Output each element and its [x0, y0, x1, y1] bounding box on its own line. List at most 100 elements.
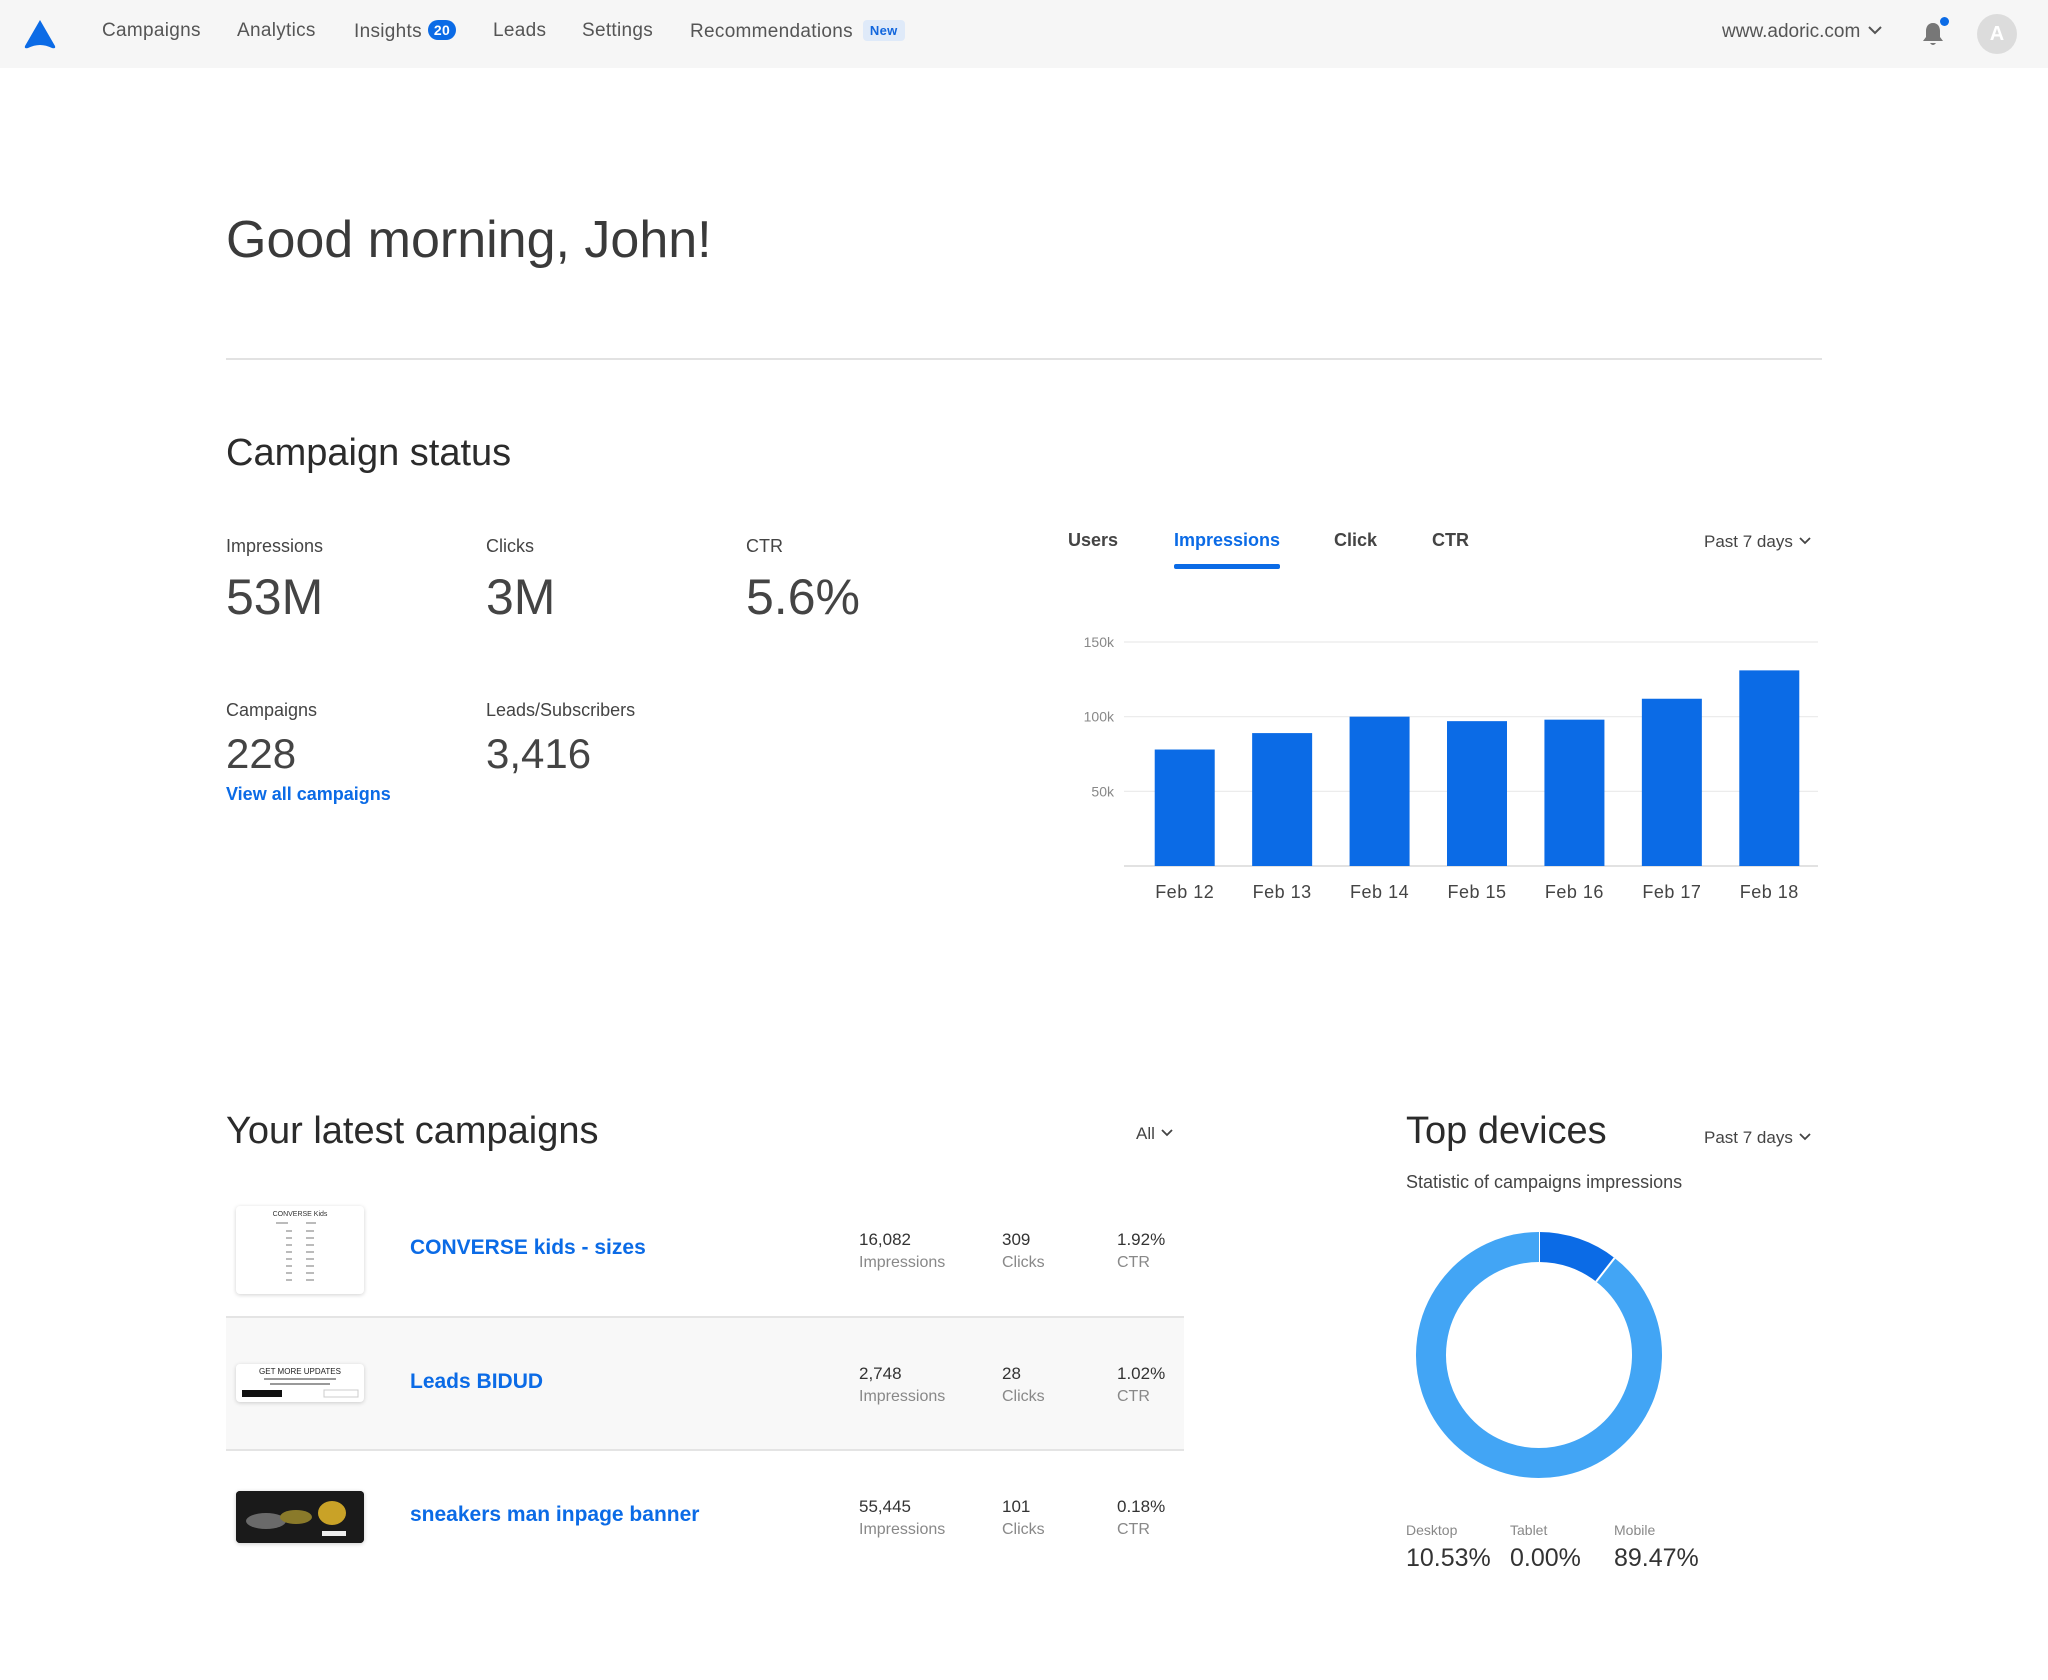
- nav-leads[interactable]: Leads: [493, 20, 546, 42]
- top-nav: Campaigns Analytics Insights 20 Leads Set…: [0, 0, 2048, 68]
- list-item[interactable]: sneakers man inpage banner 55,445 Impres…: [226, 1451, 1184, 1584]
- ctr-label: CTR: [746, 536, 783, 556]
- tab-click[interactable]: Click: [1334, 530, 1377, 551]
- leads-value: 3,416: [486, 730, 592, 777]
- x-tick-label: Feb 12: [1155, 882, 1214, 902]
- chevron-down-icon: [1799, 537, 1811, 545]
- latest-campaigns-title: Your latest campaigns: [226, 1110, 599, 1152]
- clicks-label: Clicks: [1002, 1521, 1045, 1538]
- ctr-label: CTR: [1117, 1388, 1150, 1405]
- nav-analytics[interactable]: Analytics: [237, 20, 316, 42]
- impressions-bar-chart: 50k 100k 150k Feb 12 Feb 13 Feb 14 Feb 15 Feb 1…: [1084, 634, 1818, 902]
- mobile-label: Mobile: [1614, 1522, 1656, 1538]
- tab-ctr[interactable]: CTR: [1432, 530, 1469, 551]
- devices-range-label: Past 7 days: [1704, 1128, 1793, 1147]
- chart-bar[interactable]: [1739, 670, 1800, 866]
- chart-bar[interactable]: [1447, 721, 1507, 866]
- chart-bar[interactable]: [1154, 749, 1215, 866]
- top-devices-title: Top devices: [1406, 1110, 1607, 1152]
- clicks-label: Clicks: [1002, 1388, 1045, 1405]
- ctr-label: CTR: [1117, 1254, 1150, 1271]
- chevron-down-icon: [1799, 1133, 1811, 1141]
- campaign-name-link[interactable]: Leads BIDUD: [410, 1370, 543, 1394]
- list-item[interactable]: CONVERSE Kids CONVERSE kids - sizes 16,0…: [226, 1184, 1184, 1317]
- impressions-value: 16,082: [859, 1230, 911, 1249]
- site-selector-label: www.adoric.com: [1722, 21, 1861, 42]
- campaigns-value: 228: [226, 730, 297, 777]
- campaign-name-link[interactable]: CONVERSE kids - sizes: [410, 1236, 646, 1260]
- x-tick-label: Feb 16: [1545, 882, 1604, 902]
- donut-slice-desktop[interactable]: [1538, 1232, 1615, 1282]
- x-tick-label: Feb 18: [1740, 882, 1799, 902]
- active-tab-indicator: [1174, 564, 1280, 569]
- clicks-value: 3M: [486, 569, 556, 625]
- view-all-campaigns-link[interactable]: View all campaigns: [226, 784, 391, 805]
- leads-label: Leads/Subscribers: [486, 700, 636, 720]
- campaign-filter-dropdown[interactable]: All: [1136, 1124, 1173, 1144]
- campaign-filter-label: All: [1136, 1124, 1155, 1143]
- signup-form-graphic: [242, 1378, 359, 1398]
- ctr-value: 1.02%: [1117, 1364, 1166, 1383]
- site-selector[interactable]: www.adoric.com: [1722, 21, 1883, 43]
- chart-bar[interactable]: [1349, 716, 1410, 866]
- tablet-value: 0.00%: [1510, 1544, 1581, 1572]
- impressions-label: Impressions: [859, 1254, 946, 1271]
- clicks-label: Clicks: [486, 536, 534, 556]
- devices-donut-chart: [1416, 1232, 1662, 1478]
- ctr-label: CTR: [1117, 1521, 1150, 1538]
- campaigns-label: Campaigns: [226, 700, 318, 720]
- nav-recommendations-label: Recommendations: [690, 21, 853, 42]
- clicks-label: Clicks: [1002, 1254, 1045, 1271]
- chart-bar[interactable]: [1252, 733, 1313, 866]
- chevron-down-icon: [1161, 1129, 1173, 1137]
- chart-bar[interactable]: [1641, 698, 1702, 866]
- impressions-label: Impressions: [859, 1388, 946, 1405]
- campaign-thumbnail: GET MORE UPDATES: [236, 1364, 364, 1402]
- x-tick-label: Feb 14: [1350, 882, 1409, 902]
- devices-range-dropdown[interactable]: Past 7 days: [1704, 1128, 1811, 1148]
- mobile-value: 89.47%: [1614, 1544, 1699, 1572]
- nav-insights[interactable]: Insights 20: [354, 20, 457, 43]
- donut-slice-mobile[interactable]: [1416, 1232, 1662, 1478]
- y-tick-label: 100k: [1084, 709, 1115, 725]
- campaign-thumbnail: CONVERSE Kids: [236, 1206, 364, 1294]
- size-table-graphic: [276, 1222, 316, 1281]
- impressions-label: Impressions: [226, 536, 324, 556]
- tablet-label: Tablet: [1510, 1522, 1548, 1538]
- greeting-title: Good morning, John!: [226, 211, 712, 269]
- sneaker-banner-graphic: [236, 1491, 364, 1543]
- clicks-value: 309: [1002, 1230, 1031, 1249]
- tab-users[interactable]: Users: [1068, 530, 1118, 551]
- ctr-value: 1.92%: [1117, 1230, 1166, 1249]
- nav-campaigns[interactable]: Campaigns: [102, 20, 201, 42]
- y-tick-label: 50k: [1091, 783, 1115, 799]
- tab-impressions[interactable]: Impressions: [1174, 530, 1280, 551]
- chart-range-label: Past 7 days: [1704, 532, 1793, 551]
- avatar[interactable]: A: [1977, 14, 2017, 54]
- impressions-value: 53M: [226, 569, 324, 625]
- thumbnail-title: GET MORE UPDATES: [259, 1367, 341, 1376]
- campaign-name-link[interactable]: sneakers man inpage banner: [410, 1503, 699, 1527]
- nav-recommendations[interactable]: Recommendations New: [690, 20, 905, 43]
- ctr-value: 5.6%: [746, 569, 860, 625]
- nav-insights-label: Insights: [354, 21, 422, 42]
- clicks-value: 28: [1002, 1364, 1021, 1383]
- notification-dot: [1940, 17, 1949, 26]
- campaign-thumbnail: [236, 1491, 364, 1543]
- chevron-down-icon: [1868, 26, 1883, 35]
- insights-count-badge: 20: [427, 20, 457, 40]
- thumbnail-title: CONVERSE Kids: [272, 1211, 328, 1218]
- impressions-value: 55,445: [859, 1497, 911, 1516]
- new-tag-badge: New: [862, 20, 905, 41]
- chart-range-dropdown[interactable]: Past 7 days: [1704, 532, 1811, 552]
- nav-settings[interactable]: Settings: [582, 20, 653, 42]
- x-tick-label: Feb 13: [1253, 882, 1312, 902]
- divider: [226, 358, 1822, 360]
- list-item[interactable]: GET MORE UPDATES Leads BIDUD 2,748 Impre…: [226, 1318, 1184, 1451]
- adoric-logo-icon[interactable]: [22, 18, 58, 50]
- x-tick-label: Feb 15: [1447, 882, 1506, 902]
- campaign-status-title: Campaign status: [226, 432, 512, 474]
- chart-bar[interactable]: [1544, 719, 1605, 866]
- impressions-label: Impressions: [859, 1521, 946, 1538]
- desktop-label: Desktop: [1406, 1522, 1458, 1538]
